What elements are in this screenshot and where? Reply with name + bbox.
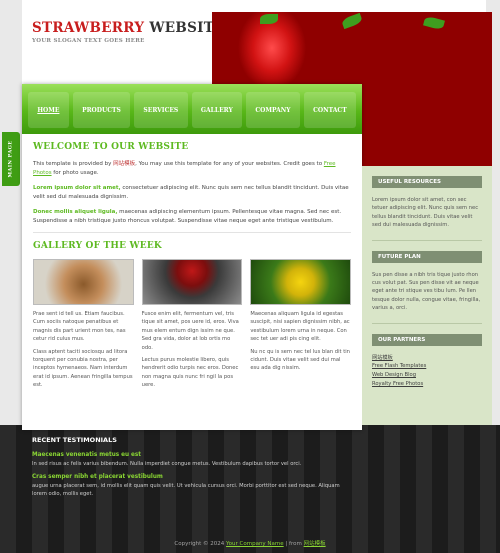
testimonial-text: augue urna placerat sem, id mollis elit …	[32, 483, 340, 497]
gallery-heading: GALLERY OF THE WEEK	[33, 241, 162, 251]
testimonials-section: RECENT TESTIMONIALS Maecenas venenatis m…	[22, 436, 362, 504]
main-content-panel: HOME PRODUCTS SERVICES GALLERY COMPANY C…	[22, 84, 362, 430]
useful-resources-text: Lorem ipsum dolor sit amet, con sec tetu…	[372, 197, 479, 229]
gallery-column: Fusce enim elit, fermentum vel, tris tiq…	[141, 259, 243, 394]
site-slogan: YOUR SLOGAN TEXT GOES HERE	[32, 38, 145, 44]
footer-separator: | from	[283, 541, 304, 547]
future-plan-text: Sus pen disse a nibh tris tique justo rh…	[372, 271, 481, 312]
gallery-caption: Prae sent id tell us. Etiam faucibus. Cu…	[33, 311, 126, 343]
gallery-thumbnail-plant[interactable]	[33, 259, 134, 305]
paragraph-lead: Lorem ipsum dolor sit amet,	[33, 185, 121, 191]
nav-gallery[interactable]: GALLERY	[191, 92, 243, 128]
testimonial-title: Maecenas venenatis metus eu est	[32, 452, 141, 458]
partner-item: 网站模板	[372, 354, 482, 363]
nav-company[interactable]: COMPANY	[246, 92, 300, 128]
source-link[interactable]: 网站模板	[304, 541, 326, 547]
main-navigation: HOME PRODUCTS SERVICES GALLERY COMPANY C…	[22, 84, 362, 134]
section-divider	[33, 232, 351, 233]
testimonial-title: Cras semper nibh et placerat vestibulum	[32, 474, 163, 480]
partner-item: Royalty Free Photos	[372, 380, 482, 389]
paragraph-lead: Donec mollis aliquet ligula,	[33, 209, 118, 215]
company-name-link[interactable]: Your Company Name	[226, 541, 284, 547]
partner-link[interactable]: 网站模板	[372, 355, 393, 361]
main-page-side-tab[interactable]: MAIN PAGE	[2, 132, 20, 186]
site-footer: Copyright © 2024 Your Company Name | fro…	[0, 539, 500, 547]
gallery-caption: Fusce enim elit, fermentum vel, tris tiq…	[141, 311, 239, 351]
partner-item: Web Design Blog	[372, 371, 482, 380]
nav-contact[interactable]: CONTACT	[303, 92, 356, 128]
testimonial-text: In sed risus ac felis varius bibendum. N…	[32, 461, 302, 467]
welcome-paragraph-3: Donec mollis aliquet ligula, maecenas ad…	[33, 208, 351, 226]
content-area: WELCOME TO OUR WEBSITE This template is …	[22, 134, 362, 406]
gallery-column: Maecenas aliquam ligula id egestas susci…	[250, 259, 352, 394]
useful-resources-heading: USEFUL RESOURCES	[372, 176, 482, 188]
site-title-accent: STRAWBERRY	[32, 20, 145, 36]
template-provider-link[interactable]: 网站模板	[113, 161, 135, 167]
side-tab-label: MAIN PAGE	[8, 140, 14, 178]
sidebar-divider	[372, 239, 482, 241]
nav-products[interactable]: PRODUCTS	[72, 92, 131, 128]
sidebar-divider	[372, 322, 482, 324]
gallery-caption: Nu nc qu is sem nec tel lus blan dit tin…	[250, 348, 350, 372]
partner-link[interactable]: Royalty Free Photos	[372, 381, 423, 387]
gallery-thumbnail-flowers[interactable]	[250, 259, 352, 305]
welcome-paragraph-2: Lorem ipsum dolor sit amet, consectetuer…	[33, 184, 351, 202]
future-plan-heading: FUTURE PLAN	[372, 250, 482, 263]
partner-item: Free Flash Templates	[372, 362, 482, 371]
testimonials-heading: RECENT TESTIMONIALS	[32, 436, 117, 444]
welcome-heading: WELCOME TO OUR WEBSITE	[33, 142, 189, 152]
strawberry-leaf-icon	[260, 14, 278, 24]
strawberry-leaf-icon	[423, 15, 445, 31]
gallery-column: Prae sent id tell us. Etiam faucibus. Cu…	[33, 259, 134, 394]
gallery-caption: Maecenas aliquam ligula id egestas susci…	[250, 311, 350, 343]
intro-text-after: for photo usage.	[51, 170, 99, 176]
partner-link[interactable]: Free Flash Templates	[372, 363, 426, 369]
copyright-text: Copyright © 2024	[174, 541, 225, 547]
gallery-caption: Lectus purus molestie libero, quis hendr…	[141, 357, 239, 389]
gallery-caption: Class aptent taciti sociosqu ad litora t…	[33, 348, 133, 389]
welcome-intro: This template is provided by 网站模板, You m…	[33, 160, 351, 178]
our-partners-heading: OUR PARTNERS	[372, 333, 482, 346]
gallery-grid: Prae sent id tell us. Etiam faucibus. Cu…	[33, 259, 352, 394]
intro-text-before: This template is provided by	[33, 161, 114, 167]
nav-services[interactable]: SERVICES	[134, 92, 188, 128]
sidebar: USEFUL RESOURCES Lorem ipsum dolor sit a…	[362, 166, 492, 425]
gallery-thumbnail-glass[interactable]	[141, 259, 243, 305]
partners-list: 网站模板 Free Flash Templates Web Design Blo…	[372, 354, 482, 389]
intro-text-middle: , You may use this template for any of y…	[135, 161, 324, 167]
left-margin-strip	[0, 0, 22, 425]
strawberry-leaf-icon	[340, 12, 364, 30]
nav-home[interactable]: HOME	[28, 92, 69, 128]
partner-link[interactable]: Web Design Blog	[372, 372, 416, 378]
site-title[interactable]: STRAWBERRY WEBSITE	[32, 20, 225, 36]
